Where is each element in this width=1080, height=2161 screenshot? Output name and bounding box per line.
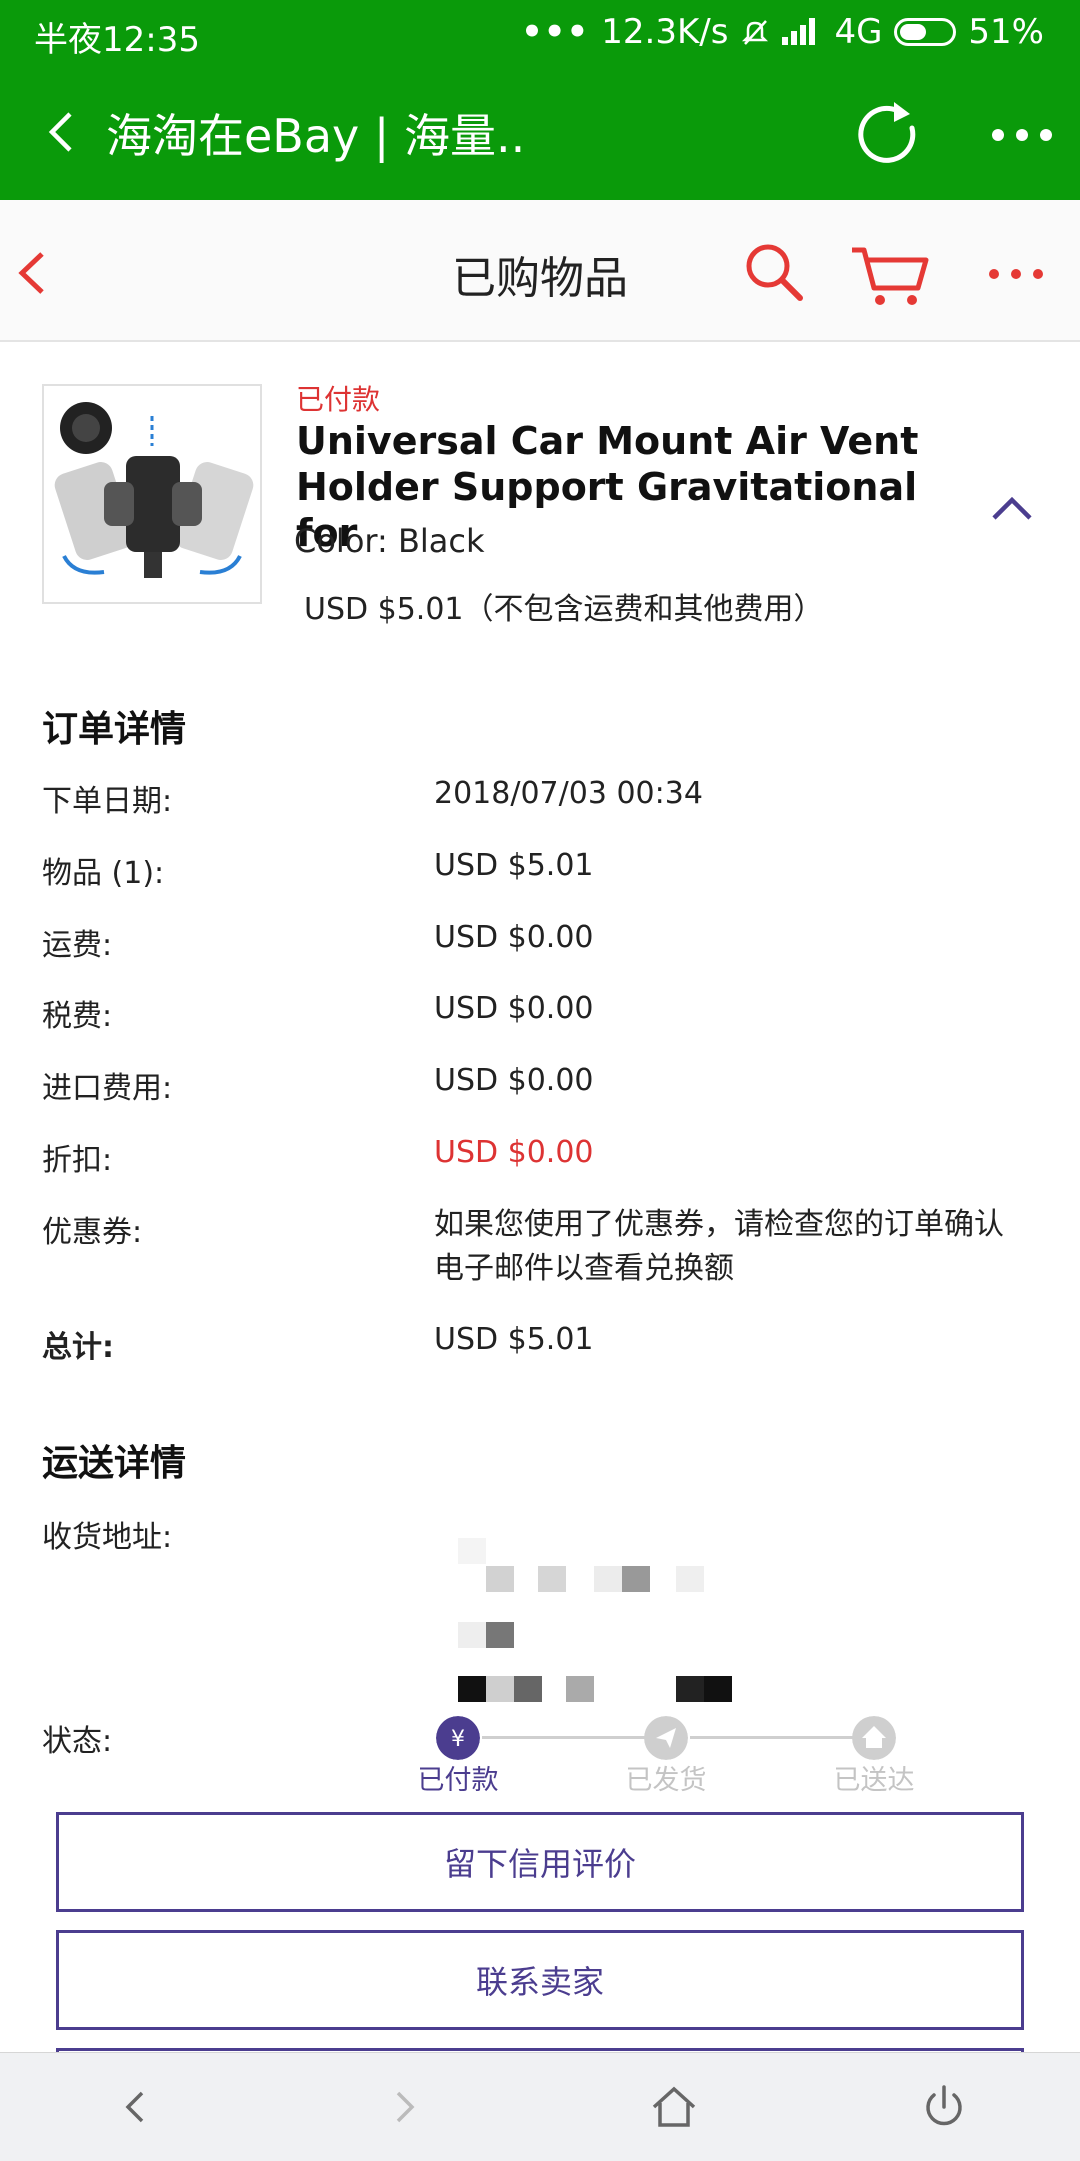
notification-dots-icon: ••• (521, 12, 590, 52)
contact-seller-button[interactable]: 联系卖家 (56, 1930, 1024, 2030)
battery-percent: 51% (968, 12, 1044, 52)
chevron-up-icon[interactable] (990, 488, 1034, 528)
items-label: 物品 (1): (42, 856, 165, 891)
more-dots-icon[interactable] (986, 264, 1046, 284)
battery-level (900, 24, 927, 40)
leave-feedback-button[interactable]: 留下信用评价 (56, 1812, 1024, 1912)
shipping-fee-label: 运费: (42, 928, 113, 963)
tax-value: USD $0.00 (434, 991, 594, 1026)
import-fee-label: 进口费用: (42, 1071, 173, 1106)
total-value: USD $5.01 (434, 1322, 594, 1357)
coupon-label: 优惠券: (42, 1215, 143, 1250)
nav-home-icon[interactable] (646, 2079, 702, 2135)
net-speed: 12.3K/s (601, 12, 729, 52)
import-fee-value: USD $0.00 (434, 1063, 594, 1098)
browser-toolbar: 海淘在eBay | 海量.. (0, 70, 1080, 200)
nav-forward-icon[interactable] (376, 2079, 432, 2135)
network-type: 4G (834, 12, 883, 52)
discount-label: 折扣: (42, 1143, 113, 1178)
status-bar: 半夜12:35 ••• 12.3K/s 4G 51% (0, 0, 1080, 70)
step-label-paid: 已付款 (417, 1765, 499, 1796)
search-icon[interactable] (744, 242, 804, 302)
signal-icon (782, 17, 822, 47)
order-date-label: 下单日期: (42, 784, 173, 819)
discount-value: USD $0.00 (434, 1135, 594, 1170)
tracker-line-2 (690, 1736, 858, 1739)
browser-page-title: 海淘在eBay | 海量.. (106, 109, 526, 163)
status-indicators: ••• 12.3K/s 4G 51% (521, 12, 1044, 52)
product-thumbnail[interactable] (42, 384, 262, 604)
payment-status: 已付款 (296, 383, 381, 416)
svg-text:¥: ¥ (451, 1727, 465, 1752)
cart-icon[interactable] (850, 244, 930, 308)
reload-icon[interactable] (852, 98, 928, 174)
product-color: Color: Black (294, 522, 485, 560)
nav-back-icon[interactable] (108, 2079, 164, 2135)
order-details-title: 订单详情 (42, 709, 187, 750)
tax-label: 税费: (42, 999, 113, 1034)
shipped-step-icon (644, 1716, 688, 1760)
tracker-line-1 (482, 1736, 650, 1739)
shipping-fee-value: USD $0.00 (434, 920, 594, 955)
status-time: 半夜12:35 (34, 20, 200, 60)
coupon-value: 如果您使用了优惠券，请检查您的订单确认电子邮件以查看兑换额 (434, 1207, 1004, 1286)
status-label: 状态: (42, 1724, 113, 1759)
car-mount-image-icon (54, 402, 254, 578)
step-label-delivered: 已送达 (833, 1765, 915, 1796)
total-label: 总计: (42, 1330, 114, 1365)
nav-power-icon[interactable] (916, 2079, 972, 2135)
bottom-nav-bar (0, 2052, 1080, 2161)
step-label-shipped: 已发货 (625, 1765, 707, 1796)
order-date-value: 2018/07/03 00:34 (434, 776, 703, 811)
product-price: USD $5.01（不包含运费和其他费用） (304, 592, 824, 627)
shipping-details-title: 运送详情 (42, 1443, 187, 1484)
redacted-address (458, 1538, 748, 1708)
delivered-step-icon (852, 1716, 896, 1760)
payment-step-icon: ¥ (436, 1716, 480, 1760)
items-value: USD $5.01 (434, 848, 594, 883)
mute-bell-icon (742, 20, 769, 45)
back-icon[interactable] (40, 110, 84, 154)
battery-icon (894, 18, 957, 46)
address-label: 收货地址: (42, 1520, 173, 1555)
app-header: 已购物品 (0, 200, 1080, 342)
more-menu-icon[interactable] (990, 120, 1054, 150)
